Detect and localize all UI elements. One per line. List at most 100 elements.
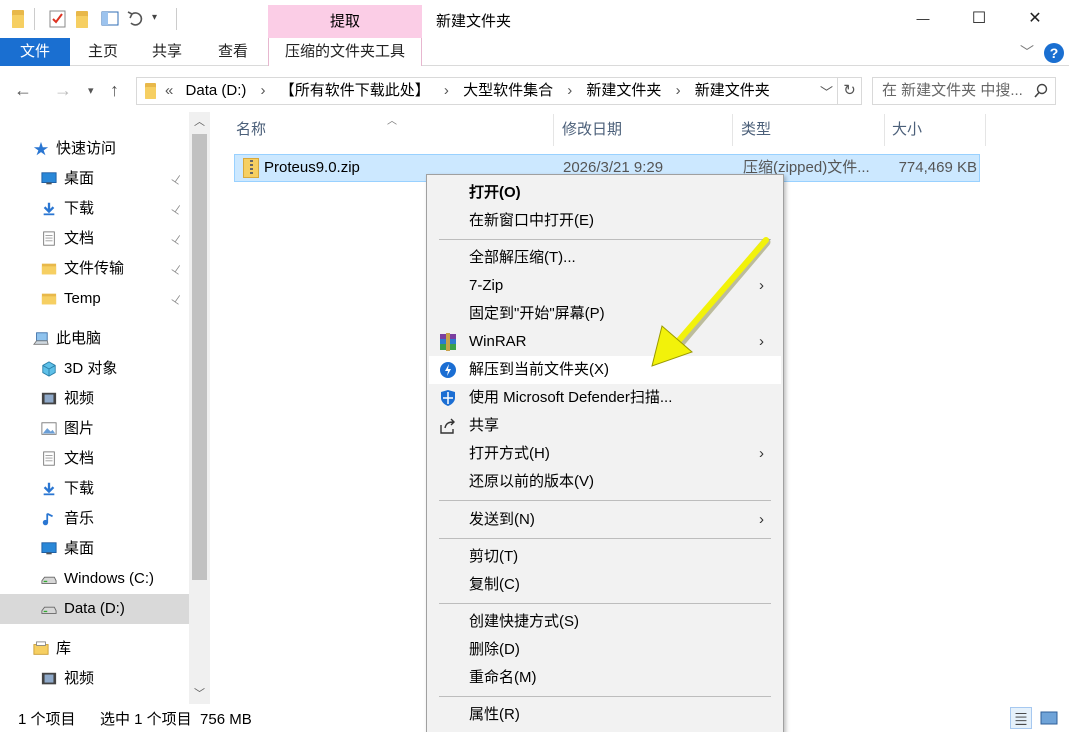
breadcrumb-separator-icon[interactable]: ›	[251, 82, 276, 99]
address-folder-icon	[145, 83, 156, 99]
menu-item-label: 打开方式(H)	[469, 445, 550, 462]
nav-scrollbar[interactable]: ︿ ﹀	[189, 112, 210, 704]
breadcrumb-separator-icon[interactable]: ›	[557, 82, 582, 99]
scrollbar-thumb[interactable]	[192, 134, 207, 580]
tab-file[interactable]: 文件	[0, 38, 70, 66]
menu-item-restore-versions[interactable]: 还原以前的版本(V)	[429, 468, 781, 496]
column-divider[interactable]	[884, 114, 885, 146]
tab-compressed-folder-tools[interactable]: 压缩的文件夹工具	[268, 38, 422, 66]
menu-item-open[interactable]: 打开(O)	[429, 179, 781, 207]
large-icons-view-icon[interactable]	[1038, 707, 1060, 729]
close-button[interactable]: ✕	[1012, 0, 1058, 38]
menu-item-delete[interactable]: 删除(D)	[429, 636, 781, 664]
recent-locations-chevron-icon[interactable]: ▾	[88, 84, 94, 97]
file-size: 774,469 KB	[898, 159, 977, 176]
sidebar-item-folder[interactable]: Temp ⊥	[0, 284, 189, 314]
sidebar-item-library[interactable]: 库	[0, 634, 189, 664]
item-count: 1 个项目	[18, 711, 76, 728]
breadcrumb-downloads-folder[interactable]: 【所有软件下载此处】	[280, 82, 430, 99]
menu-separator	[439, 500, 771, 501]
menu-item-cut[interactable]: 剪切(T)	[429, 543, 781, 571]
search-input[interactable]: 在 新建文件夹 中搜...	[872, 77, 1056, 105]
properties-check-icon[interactable]	[48, 8, 68, 30]
maximize-button[interactable]: ☐	[956, 0, 1002, 38]
sidebar-item-video[interactable]: 视频	[0, 384, 189, 414]
menu-item-7zip[interactable]: 7-Zip ›	[429, 272, 781, 300]
undo-icon[interactable]	[126, 8, 146, 30]
menu-item-send-to[interactable]: 发送到(N) ›	[429, 506, 781, 534]
menu-item-rename[interactable]: 重命名(M)	[429, 664, 781, 692]
column-divider[interactable]	[732, 114, 733, 146]
new-folder-icon[interactable]	[76, 11, 88, 28]
sidebar-item-label: 文件传输	[64, 260, 125, 277]
sidebar-item-star[interactable]: 快速访问	[0, 134, 189, 164]
sidebar-item-desktop[interactable]: 桌面 ⊥	[0, 164, 189, 194]
breadcrumb-software-collection[interactable]: 大型软件集合	[463, 82, 553, 99]
search-icon[interactable]	[1033, 83, 1049, 99]
sidebar-item-document[interactable]: 文档 ⊥	[0, 224, 189, 254]
menu-item-copy[interactable]: 复制(C)	[429, 571, 781, 599]
scroll-down-icon[interactable]: ﹀	[189, 684, 210, 704]
column-divider[interactable]	[985, 114, 986, 146]
menu-item-extract-here[interactable]: 解压到当前文件夹(X)	[429, 356, 781, 384]
menu-item-defender-scan[interactable]: 使用 Microsoft Defender扫描...	[429, 384, 781, 412]
details-view-icon[interactable]	[1010, 707, 1032, 729]
folder-icon	[41, 263, 57, 275]
sidebar-item-music[interactable]: 音乐	[0, 504, 189, 534]
sidebar-item-folder[interactable]: 文件传输 ⊥	[0, 254, 189, 284]
folder-icon	[12, 10, 24, 28]
tab-home[interactable]: 主页	[78, 38, 128, 66]
breadcrumb-overflow[interactable]: «	[165, 82, 173, 99]
column-header-size[interactable]: 大小	[892, 112, 972, 148]
column-header-type[interactable]: 类型	[741, 112, 871, 148]
sidebar-item-video[interactable]: 视频	[0, 664, 189, 694]
sidebar-item-picture[interactable]: 图片	[0, 414, 189, 444]
menu-item-winrar[interactable]: WinRAR ›	[429, 328, 781, 356]
menu-item-label: 剪切(T)	[469, 548, 519, 565]
breadcrumb-separator-icon[interactable]: ›	[666, 82, 691, 99]
sidebar-item-cube[interactable]: 3D 对象	[0, 354, 189, 384]
sidebar-item-drive[interactable]: Windows (C:)	[0, 564, 189, 594]
breadcrumb-new-folder[interactable]: 新建文件夹	[586, 82, 661, 99]
tab-share[interactable]: 共享	[142, 38, 192, 66]
sidebar-item-computer[interactable]: 此电脑	[0, 324, 189, 354]
menu-item-create-shortcut[interactable]: 创建快捷方式(S)	[429, 608, 781, 636]
menu-item-label: 共享	[469, 417, 500, 434]
sidebar-item-drive[interactable]: Data (D:)	[0, 594, 189, 624]
submenu-chevron-icon: ›	[759, 333, 764, 350]
minimize-button[interactable]: —	[900, 0, 946, 38]
sidebar-item-desktop[interactable]: 桌面	[0, 534, 189, 564]
sidebar-item-label: Temp	[64, 290, 101, 307]
pin-icon: ⊥	[168, 170, 186, 188]
refresh-icon[interactable]: ↻	[838, 77, 862, 105]
tab-view[interactable]: 查看	[208, 38, 258, 66]
sidebar-item-download[interactable]: 下载	[0, 474, 189, 504]
column-header-modified[interactable]: 修改日期	[562, 112, 722, 148]
sidebar-item-document[interactable]: 文档	[0, 444, 189, 474]
customize-qa-dropdown-icon[interactable]: ▾	[152, 12, 157, 34]
menu-item-extract-all[interactable]: 全部解压缩(T)...	[429, 244, 781, 272]
address-bar[interactable]: « Data (D:) › 【所有软件下载此处】 › 大型软件集合 › 新建文件…	[136, 77, 838, 105]
menu-item-share[interactable]: 共享	[429, 412, 781, 440]
scroll-up-icon[interactable]: ︿	[189, 112, 210, 132]
breadcrumb-drive[interactable]: Data (D:)	[186, 82, 247, 99]
menu-item-properties[interactable]: 属性(R)	[429, 701, 781, 729]
sidebar-item-label: 音乐	[64, 510, 95, 527]
menu-item-label: 全部解压缩(T)...	[469, 249, 576, 266]
menu-item-pin-start[interactable]: 固定到"开始"屏幕(P)	[429, 300, 781, 328]
expand-ribbon-chevron-icon[interactable]: ﹀	[1020, 42, 1034, 62]
breadcrumb-current-folder[interactable]: 新建文件夹	[695, 82, 770, 99]
up-arrow-icon[interactable]: ↑	[110, 80, 119, 101]
address-history-chevron-icon[interactable]: ﹀	[820, 82, 833, 101]
menu-item-open-new-window[interactable]: 在新窗口中打开(E)	[429, 207, 781, 235]
document-icon	[43, 231, 55, 246]
shield-icon	[441, 390, 455, 406]
menu-item-open-with[interactable]: 打开方式(H) ›	[429, 440, 781, 468]
forward-arrow-icon[interactable]: →	[54, 80, 72, 101]
back-arrow-icon[interactable]: ←	[14, 80, 32, 101]
breadcrumb-separator-icon[interactable]: ›	[434, 82, 459, 99]
help-icon[interactable]: ?	[1044, 43, 1064, 63]
preview-pane-icon[interactable]	[100, 8, 120, 30]
column-divider[interactable]	[553, 114, 554, 146]
sidebar-item-download[interactable]: 下载 ⊥	[0, 194, 189, 224]
